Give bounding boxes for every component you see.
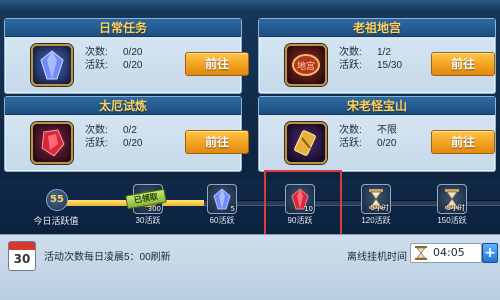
count-label: 次数: [85,125,108,136]
red-crystal-icon [31,122,73,164]
go-button-taie-trial[interactable]: 前往 [185,130,249,154]
task-card-ancestor-palace: 老祖地宫 地宫 次数: 1/2 活跃: 15/30 前往 [258,18,496,94]
count-label: 次数: [339,125,362,136]
count-value: 1/2 [377,47,391,58]
reward-chest-120[interactable]: 5小时 [361,184,391,214]
count-value: 不限 [377,125,397,136]
activity-label: 活跃: [339,138,362,149]
task-title: 太厄试炼 [5,97,241,115]
activity-value: 15/30 [377,60,403,71]
count-value: 0/2 [123,125,137,136]
add-offline-time-button[interactable]: + [482,243,498,263]
palace-gate-icon: 地宫 [285,44,327,86]
activity-value: 0/20 [123,60,143,71]
task-stats: 次数: 0/20 活跃: 0/20 [85,46,175,72]
activity-score: 55 [46,189,68,211]
go-button-daily[interactable]: 前往 [185,52,249,76]
reward-label: 30活跃 [135,216,161,225]
activity-label: 活跃: [85,60,108,71]
task-title: 日常任务 [5,19,241,37]
activity-score-label: 今日活跃值 [33,216,79,226]
reward-chest-60[interactable]: 5 [207,184,237,214]
reward-count: 300 [147,205,161,213]
reward-label: 150活跃 [437,216,467,225]
go-button-ancestor-palace[interactable]: 前往 [431,52,495,76]
calendar-day: 30 [13,252,31,266]
task-stats: 次数: 1/2 活跃: 15/30 [339,46,429,72]
task-title: 宋老怪宝山 [259,97,495,115]
count-label: 次数: [85,47,108,58]
reward-label: 60活跃 [209,216,235,225]
reset-notice: 活动次数每日凌晨5：00刷新 [44,252,171,263]
hourglass-icon [415,246,427,260]
activity-value: 0/20 [377,138,397,149]
blue-crystal-icon [31,44,73,86]
offline-time-label: 离线挂机时间 [347,252,407,263]
task-title: 老祖地宫 [259,19,495,37]
activity-label: 活跃: [85,138,108,149]
task-stats: 次数: 0/2 活跃: 0/20 [85,124,175,150]
reward-label: 120活跃 [361,216,391,225]
task-stats: 次数: 不限 活跃: 0/20 [339,124,429,150]
activity-label: 活跃: [339,60,362,71]
highlight-box [264,170,342,242]
reward-chest-150[interactable]: 5小时 [437,184,467,214]
reward-count: 5 [230,205,235,213]
task-card-taie-trial: 太厄试炼 次数: 0/2 活跃: 0/20 前往 [4,96,249,172]
activity-value: 0/20 [123,138,143,149]
go-button-song-treasure-mountain[interactable]: 前往 [431,130,495,154]
calendar-icon: 30 [8,241,36,271]
task-card-daily: 日常任务 次数: 0/20 活跃: 0/20 前往 [4,18,249,94]
treasure-scroll-icon [285,122,327,164]
task-card-song-treasure-mountain: 宋老怪宝山 次数: 不限 活跃: 0/20 前往 [258,96,496,172]
reward-count: 5小时 [446,204,465,212]
blue-crystal-icon [213,188,231,210]
count-label: 次数: [339,47,362,58]
svg-text:地宫: 地宫 [297,60,315,72]
reward-count: 5小时 [370,204,389,212]
count-value: 0/20 [123,47,143,58]
